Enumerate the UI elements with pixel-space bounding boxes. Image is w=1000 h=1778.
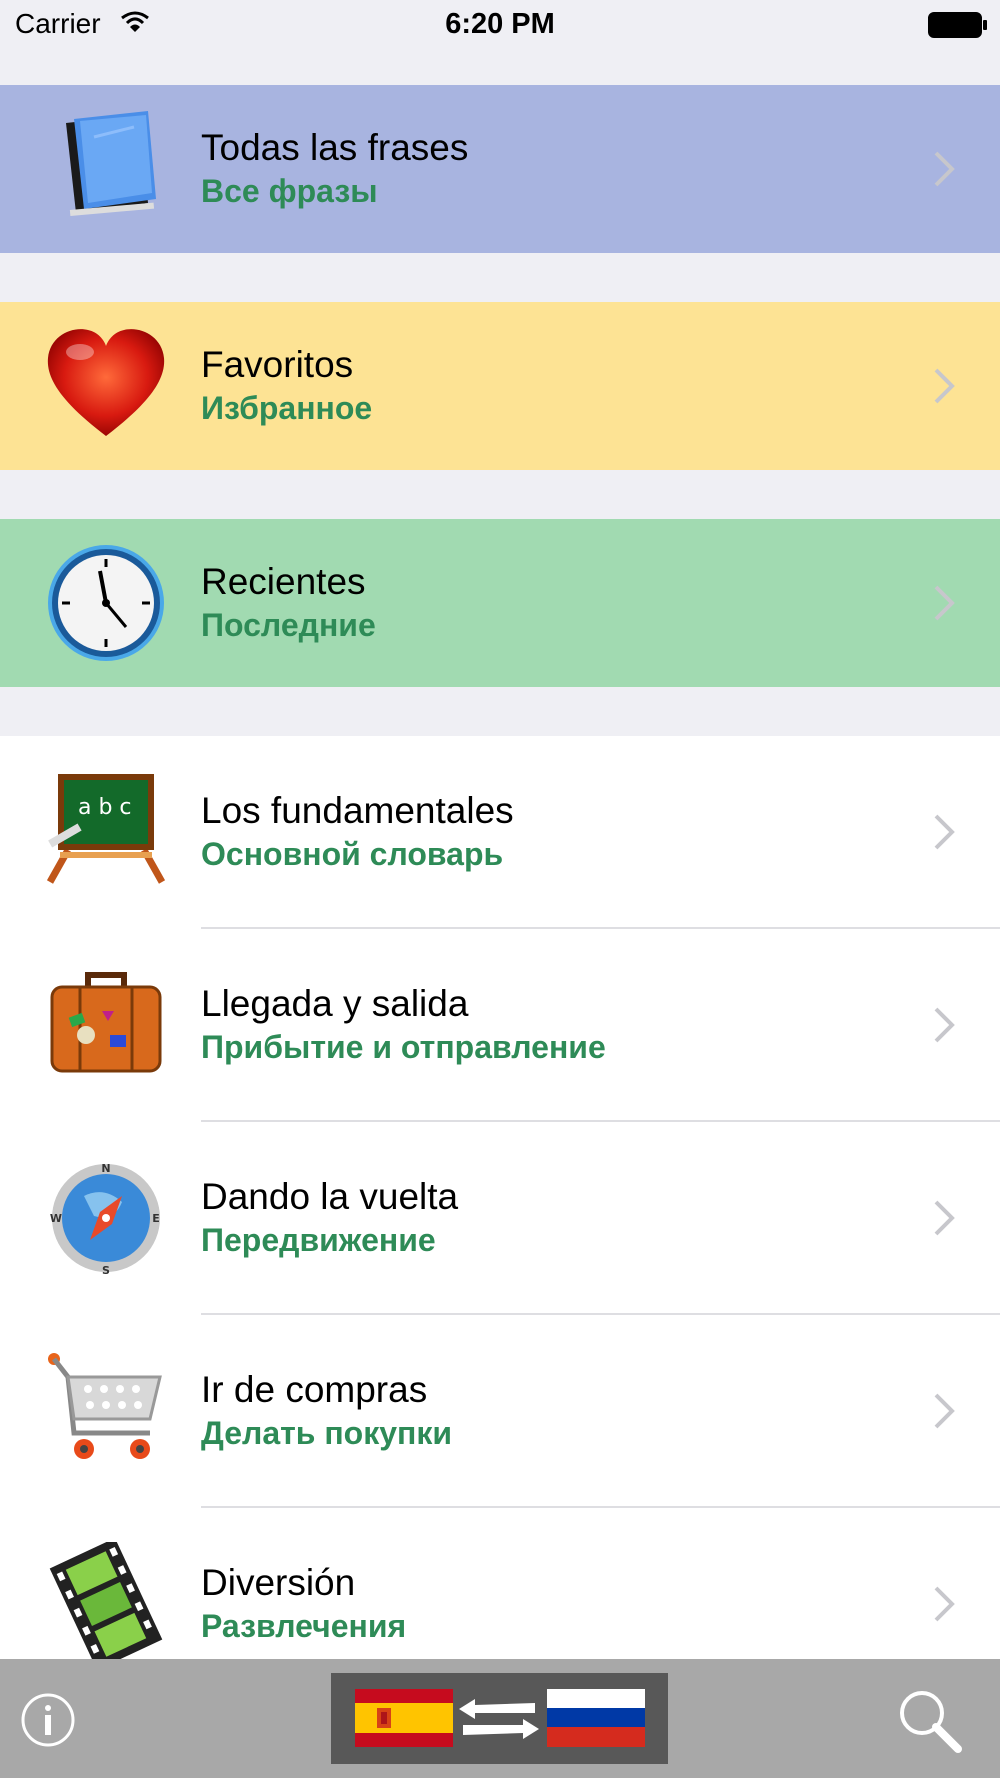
language-direction-button[interactable]	[331, 1673, 668, 1764]
menu-item-title: Recientes	[201, 561, 366, 602]
chevron-right-icon	[934, 368, 955, 404]
svg-text:N: N	[101, 1162, 110, 1175]
chevron-right-icon	[934, 1200, 955, 1236]
clock-time: 6:20 PM	[445, 8, 555, 40]
svg-text:E: E	[152, 1212, 160, 1225]
chalkboard-icon: a b c	[46, 774, 166, 884]
chevron-right-icon	[934, 1586, 955, 1622]
menu-item-basics[interactable]: a b c Los fundamentales Основной словарь	[0, 736, 1000, 929]
chevron-right-icon	[934, 585, 955, 621]
chevron-right-icon	[934, 151, 955, 187]
menu-item-subtitle: Передвижение	[201, 1222, 436, 1258]
menu-item-subtitle: Прибытие и отправление	[201, 1029, 606, 1065]
search-icon[interactable]	[894, 1685, 964, 1755]
status-bar: Carrier 6:20 PM	[0, 0, 1000, 50]
menu-item-subtitle: Делать покупки	[201, 1415, 453, 1451]
menu-item-title: Diversión	[201, 1562, 356, 1603]
suitcase-icon	[50, 972, 162, 1073]
menu-item-getting-around[interactable]: N S W E Dando la vuelta Передвижение	[0, 1122, 1000, 1315]
menu-item-subtitle: Развлечения	[201, 1608, 407, 1644]
menu-item-title: Ir de compras	[201, 1369, 428, 1410]
menu-item-recent[interactable]: Recientes Последние	[0, 519, 1000, 687]
menu-item-subtitle: Основной словарь	[201, 836, 504, 872]
menu-item-title: Dando la vuelta	[201, 1176, 459, 1217]
battery-icon	[928, 12, 987, 38]
svg-text:a b c: a b c	[78, 795, 132, 820]
chevron-right-icon	[934, 1393, 955, 1429]
bottom-toolbar	[0, 1659, 1000, 1778]
menu-item-subtitle: Избранное	[201, 390, 373, 426]
info-icon[interactable]	[20, 1692, 76, 1748]
chevron-right-icon	[934, 1007, 955, 1043]
menu-item-arrival-departure[interactable]: Llegada y salida Прибытие и отправление	[0, 929, 1000, 1122]
menu-item-title: Los fundamentales	[201, 790, 514, 831]
clock-icon	[48, 545, 164, 661]
heart-icon	[47, 329, 165, 436]
spain-flag-icon	[355, 1689, 453, 1747]
russia-flag-icon	[547, 1689, 645, 1747]
menu-item-all-phrases[interactable]: Todas las frases Все фразы	[0, 85, 1000, 253]
menu-item-title: Todas las frases	[201, 127, 469, 168]
svg-text:W: W	[50, 1212, 62, 1225]
film-reel-icon	[49, 1542, 163, 1666]
book-icon	[66, 111, 156, 216]
menu-item-subtitle: Все фразы	[201, 173, 378, 209]
compass-icon: N S W E	[50, 1162, 160, 1277]
menu-item-title: Favoritos	[201, 344, 354, 385]
menu-item-favorites[interactable]: Favoritos Избранное	[0, 302, 1000, 470]
menu-item-subtitle: Последние	[201, 607, 376, 643]
shopping-cart-icon	[48, 1353, 162, 1459]
svg-text:S: S	[102, 1264, 110, 1277]
swap-arrows-icon	[459, 1699, 539, 1739]
menu-item-title: Llegada y salida	[201, 983, 469, 1024]
chevron-right-icon	[934, 814, 955, 850]
menu-item-shopping[interactable]: Ir de compras Делать покупки	[0, 1315, 1000, 1508]
